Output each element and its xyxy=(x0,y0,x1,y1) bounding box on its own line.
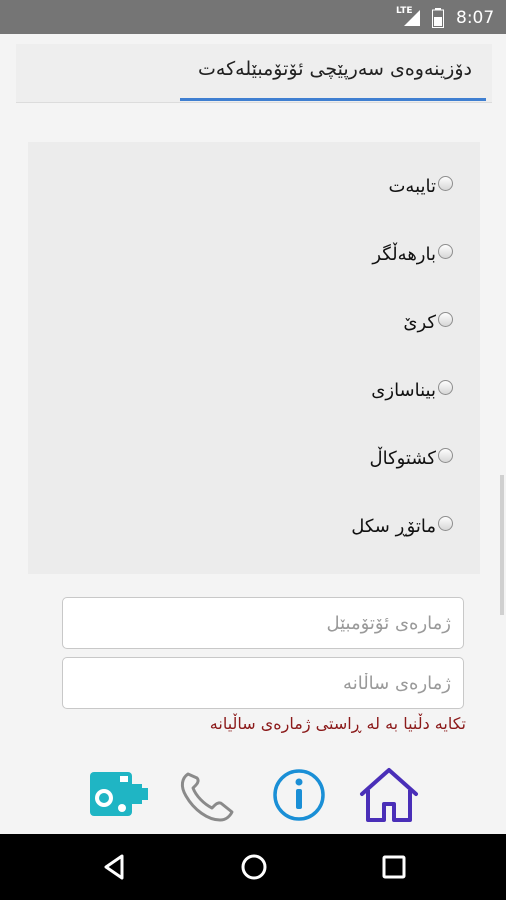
home-icon[interactable] xyxy=(356,764,422,826)
radio-label: کرێ xyxy=(403,312,436,333)
car-number-input[interactable] xyxy=(62,597,464,649)
clock: 8:07 xyxy=(456,8,495,28)
home-circle-icon[interactable] xyxy=(237,851,271,883)
status-bar: LTE 8:07 xyxy=(0,0,506,34)
radio-option-private[interactable]: تایبەت xyxy=(28,168,480,208)
radio-button[interactable] xyxy=(438,176,453,191)
radio-option-truck[interactable]: بارهەڵگر xyxy=(28,236,480,276)
battery-icon xyxy=(432,8,444,28)
radio-label: بیناسازی xyxy=(371,380,436,401)
radio-label: ماتۆڕ سکل xyxy=(351,516,436,537)
radio-button[interactable] xyxy=(438,312,453,327)
radio-option-agriculture[interactable]: کشتوکاڵ xyxy=(28,440,480,480)
annual-number-input[interactable] xyxy=(62,657,464,709)
info-icon[interactable] xyxy=(266,764,332,826)
navigation-bar xyxy=(0,834,506,900)
page-title: دۆزینەوەی سەرپێچی ئۆتۆمبێلەکەت xyxy=(198,58,472,80)
signal-icon xyxy=(404,10,420,26)
header-bar: دۆزینەوەی سەرپێچی ئۆتۆمبێلەکەت xyxy=(16,44,492,103)
radio-option-taxi[interactable]: کرێ xyxy=(28,304,480,344)
back-icon[interactable] xyxy=(98,851,132,883)
radio-button[interactable] xyxy=(438,244,453,259)
phone-icon[interactable] xyxy=(174,764,240,826)
validation-hint: تکایە دڵنیا بە لە ڕاستی ژمارەی ساڵیانە xyxy=(209,714,466,733)
scrollbar[interactable] xyxy=(500,475,504,615)
radio-label: بارهەڵگر xyxy=(372,244,436,265)
vehicle-type-radio-group: تایبەت بارهەڵگر کرێ بیناسازی کشتوکاڵ مات… xyxy=(28,142,480,574)
radio-option-motorcycle[interactable]: ماتۆڕ سکل xyxy=(28,508,480,548)
radio-option-construction[interactable]: بیناسازی xyxy=(28,372,480,412)
title-underline xyxy=(180,98,486,101)
radio-button[interactable] xyxy=(438,516,453,531)
radio-label: کشتوکاڵ xyxy=(369,448,437,469)
radio-label: تایبەت xyxy=(388,176,436,197)
recents-icon[interactable] xyxy=(377,851,411,883)
speed-camera-icon[interactable] xyxy=(86,764,152,826)
radio-button[interactable] xyxy=(438,448,453,463)
radio-button[interactable] xyxy=(438,380,453,395)
